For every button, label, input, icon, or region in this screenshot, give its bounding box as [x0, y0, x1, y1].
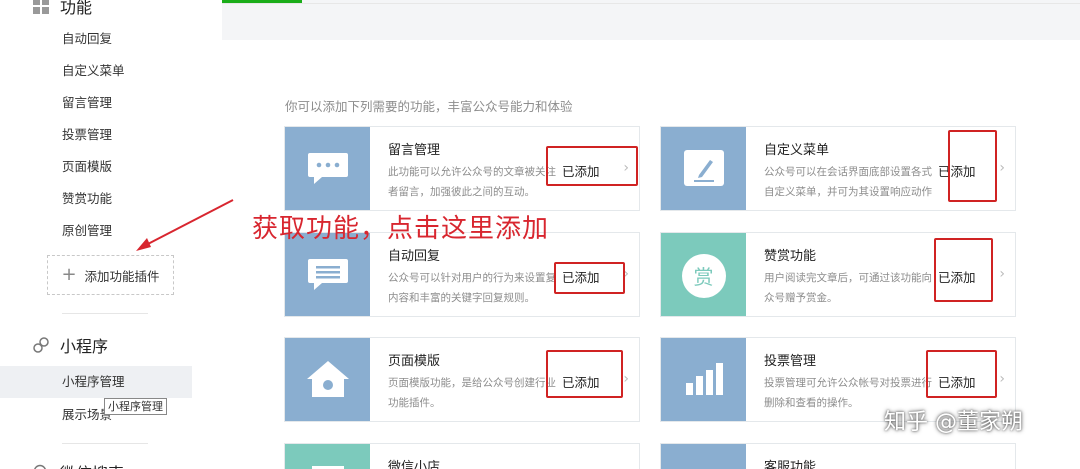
watermark: 知乎 @董家朔	[884, 410, 1023, 435]
annotation-text: 获取功能，点击这里添加	[252, 214, 550, 244]
page: 功能 自动回复 自定义菜单 留言管理 投票管理 页面模版 赞赏功能 原创管理 +…	[0, 0, 1080, 469]
